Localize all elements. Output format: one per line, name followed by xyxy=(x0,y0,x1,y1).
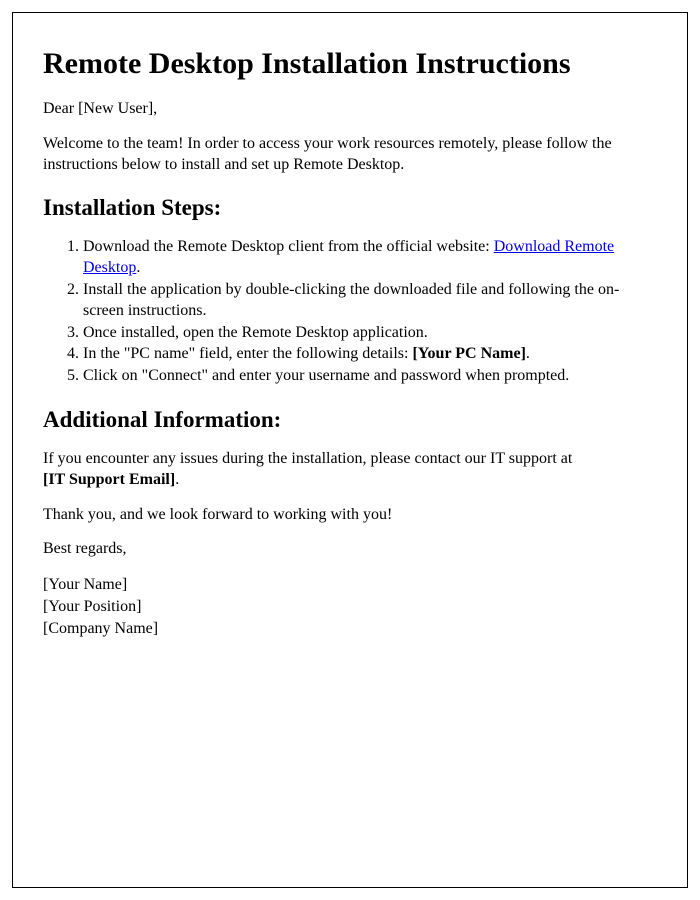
step-4: In the "PC name" field, enter the follow… xyxy=(83,344,657,365)
support-post: . xyxy=(175,471,179,488)
signature-name: [Your Name] xyxy=(43,576,127,593)
support-text: If you encounter any issues during the i… xyxy=(43,450,572,467)
support-email-placeholder: [IT Support Email] xyxy=(43,471,175,488)
greeting-name: [New User] xyxy=(78,100,153,117)
greeting-prefix: Dear xyxy=(43,100,78,117)
step-1-post: . xyxy=(136,259,140,276)
signature-block: [Your Name] [Your Position] [Company Nam… xyxy=(43,574,657,639)
step-2: Install the application by double-clicki… xyxy=(83,280,657,322)
signature-position: [Your Position] xyxy=(43,598,141,615)
step-3: Once installed, open the Remote Desktop … xyxy=(83,323,657,344)
signature-company: [Company Name] xyxy=(43,620,158,637)
pc-name-placeholder: [Your PC Name] xyxy=(412,345,525,362)
step-1-text: Download the Remote Desktop client from … xyxy=(83,238,494,255)
thank-you-paragraph: Thank you, and we look forward to workin… xyxy=(43,505,657,526)
greeting-suffix: , xyxy=(153,100,157,117)
step-5: Click on "Connect" and enter your userna… xyxy=(83,366,657,387)
intro-paragraph: Welcome to the team! In order to access … xyxy=(43,134,657,176)
greeting-line: Dear [New User], xyxy=(43,99,657,120)
document-page: Remote Desktop Installation Instructions… xyxy=(12,12,688,888)
step-4-text: In the "PC name" field, enter the follow… xyxy=(83,345,412,362)
step-1: Download the Remote Desktop client from … xyxy=(83,237,657,279)
page-title: Remote Desktop Installation Instructions xyxy=(43,47,657,81)
installation-steps-list: Download the Remote Desktop client from … xyxy=(43,237,657,387)
additional-heading: Additional Information: xyxy=(43,407,657,433)
support-paragraph: If you encounter any issues during the i… xyxy=(43,449,657,491)
steps-heading: Installation Steps: xyxy=(43,195,657,221)
closing-regards: Best regards, xyxy=(43,539,657,560)
step-4-post: . xyxy=(526,345,530,362)
